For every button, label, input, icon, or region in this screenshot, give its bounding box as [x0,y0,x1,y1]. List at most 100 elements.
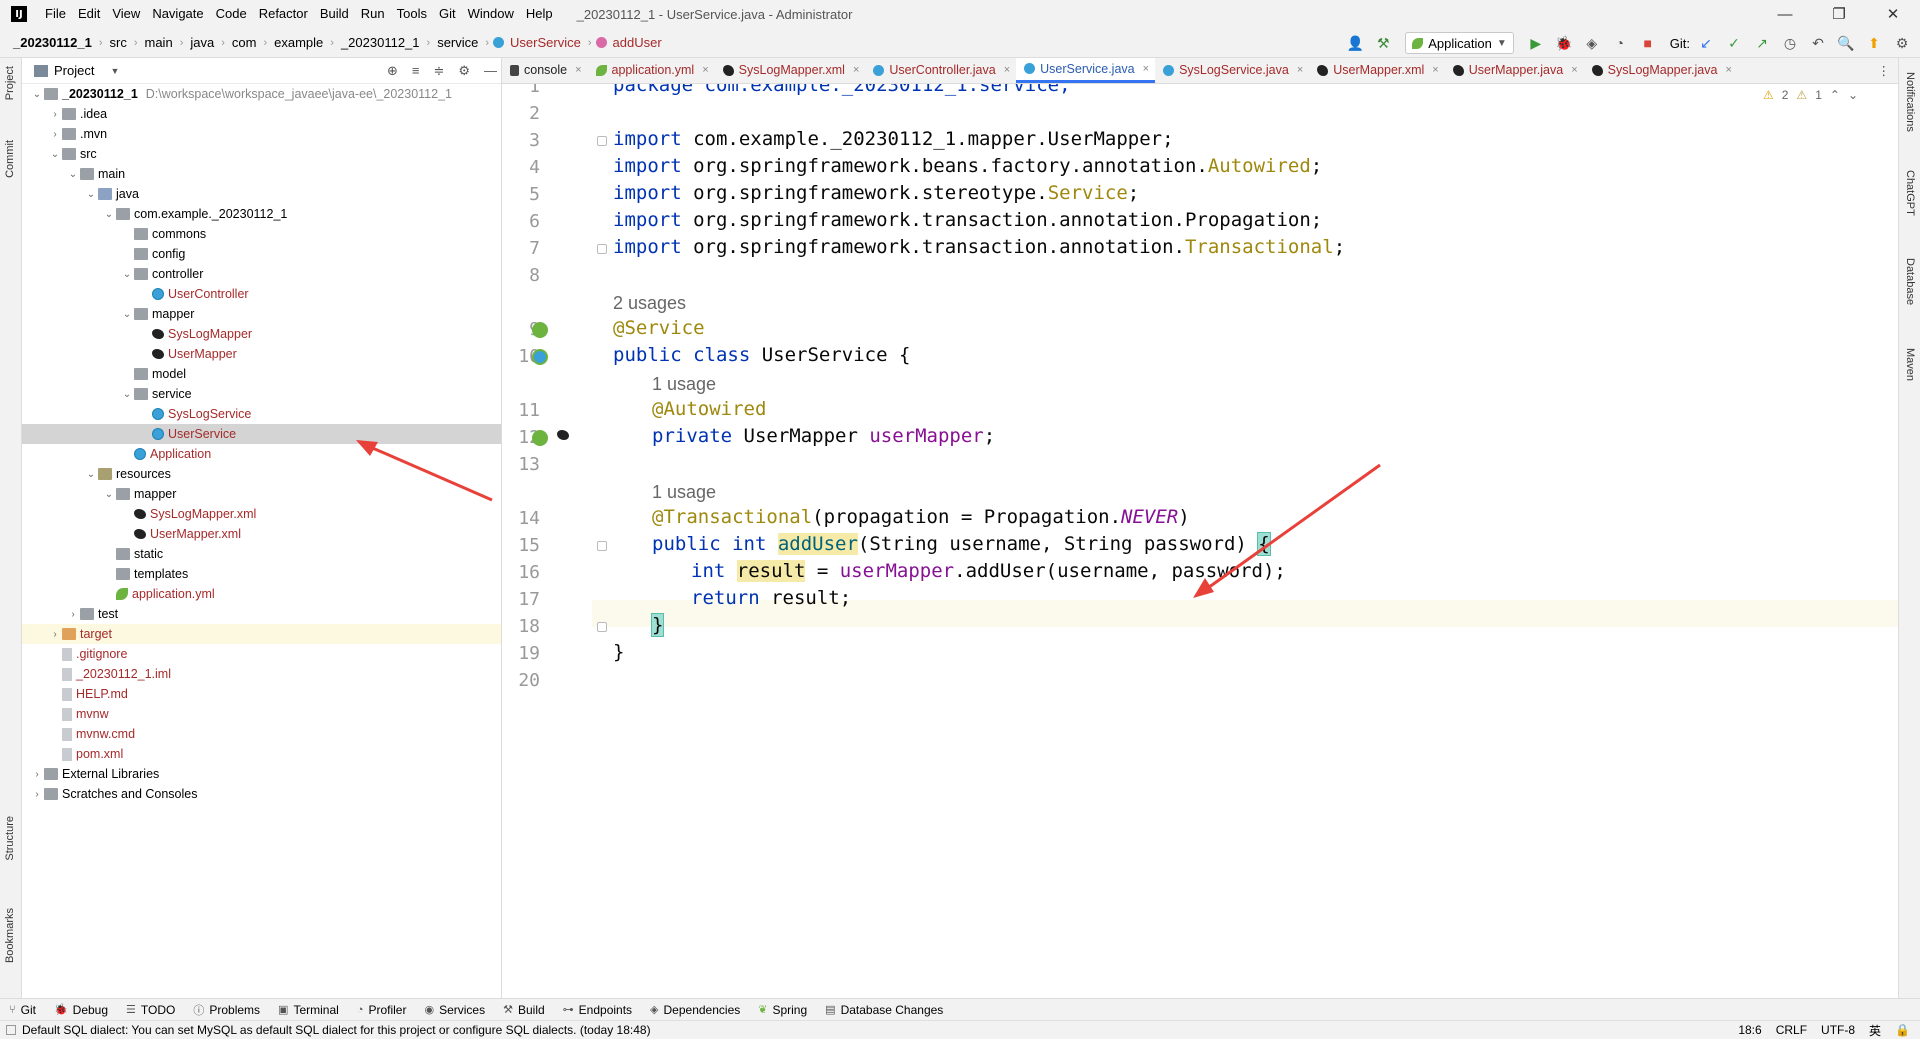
usages-hint[interactable]: 1 usage [652,482,716,503]
run-configuration-select[interactable]: Application ▼ [1405,32,1514,54]
tree-node[interactable]: pom.xml [22,744,501,764]
status-message[interactable]: Default SQL dialect: You can set MySQL a… [22,1023,651,1037]
coverage-icon[interactable]: ◈ [1580,31,1604,55]
tree-node[interactable]: › Scratches and Consoles [22,784,501,804]
debug-tool-window[interactable]: 🐞 Debug [45,1003,117,1017]
menu-edit[interactable]: Edit [72,0,106,28]
tree-node[interactable]: mvnw [22,704,501,724]
tree-node[interactable]: templates [22,564,501,584]
chevron-right-icon[interactable]: › [48,109,62,120]
git-push-icon[interactable]: ↗ [1750,31,1774,55]
tree-node[interactable]: ⌄ controller [22,264,501,284]
tree-node[interactable]: ⌄ main [22,164,501,184]
collapse-all-icon[interactable]: ≑ [433,63,444,79]
rollback-icon[interactable]: ↶ [1806,31,1830,55]
more-tabs-icon[interactable]: ⋮ [1878,63,1891,78]
code-editor[interactable]: 1234567891011121314151617181920 ⚠2 ⚠1 ⌃ … [502,84,1898,998]
tree-node[interactable]: SysLogService [22,404,501,424]
hide-icon[interactable]: — [484,63,497,79]
intellij-logo-icon[interactable]: IJ [11,6,27,22]
dependencies-tool-window[interactable]: ◈ Dependencies [641,1003,749,1017]
tree-node[interactable]: SysLogMapper.xml [22,504,501,524]
notifications-tool-button[interactable]: Notifications [1904,72,1916,132]
problems-tool-window[interactable]: ⓘ Problems [184,1002,269,1018]
menu-refactor[interactable]: Refactor [253,0,314,28]
usages-hint[interactable]: 2 usages [613,293,686,314]
chevron-down-icon[interactable]: ⌄ [102,209,116,220]
tree-node[interactable]: .gitignore [22,644,501,664]
tree-node[interactable]: ⌄ src [22,144,501,164]
endpoints-tool-window[interactable]: ⊶ Endpoints [554,1003,641,1017]
terminal-tool-window[interactable]: ▣ Terminal [269,1003,348,1017]
close-icon[interactable]: × [853,64,859,76]
breadcrumb-package[interactable]: _20230112_1 [338,35,423,50]
chevron-up-icon[interactable]: ⌃ [1830,88,1840,102]
editor-tab[interactable]: UserMapper.java × [1445,58,1584,83]
breadcrumb-example[interactable]: example [271,35,326,50]
tree-node[interactable]: model [22,364,501,384]
chevron-down-icon[interactable]: ⌄ [1848,88,1858,102]
inspection-widget[interactable]: ⚠ 2 ⚠ 1 ⌃ ⌄ [1763,88,1858,102]
menu-view[interactable]: View [106,0,146,28]
tree-node[interactable]: ⌄ mapper [22,484,501,504]
close-icon[interactable]: × [575,64,581,76]
chatgpt-tool-button[interactable]: ChatGPT [1904,170,1916,216]
chevron-right-icon[interactable]: › [66,609,80,620]
fold-icon[interactable] [597,244,607,254]
run-icon[interactable]: ▶ [1524,31,1548,55]
git-update-icon[interactable]: ↙ [1694,31,1718,55]
close-icon[interactable]: × [702,64,708,76]
tree-node[interactable]: ⌄ com.example._20230112_1 [22,204,501,224]
tree-node[interactable]: ⌄ _20230112_1 D:\workspace\workspace_javae… [22,84,501,104]
tree-node[interactable]: commons [22,224,501,244]
project-panel-title[interactable]: Project [54,63,94,78]
menu-help[interactable]: Help [520,0,559,28]
close-icon[interactable]: × [1297,64,1303,76]
tree-node[interactable]: UserMapper [22,344,501,364]
search-icon[interactable]: 🔍 [1834,31,1858,55]
close-icon[interactable]: × [1143,63,1149,75]
tree-node[interactable]: application.yml [22,584,501,604]
tree-node[interactable]: ⌄ service [22,384,501,404]
database-changes-tool-window[interactable]: ▤ Database Changes [816,1003,952,1017]
chevron-down-icon[interactable]: ⌄ [120,309,134,320]
tree-node[interactable]: Application [22,444,501,464]
spring-bean-icon[interactable] [532,322,548,338]
chevron-down-icon[interactable]: ⌄ [120,389,134,400]
tree-node[interactable]: UserService [22,424,501,444]
expand-all-icon[interactable]: ≡ [412,63,420,79]
settings-gear-icon[interactable]: ⚙ [1890,31,1914,55]
editor-tab[interactable]: application.yml × [588,58,715,83]
breadcrumb-service[interactable]: service [434,35,481,50]
fold-icon[interactable] [597,541,607,551]
chevron-down-icon[interactable]: ⌄ [84,469,98,480]
editor-tab[interactable]: console × [502,58,588,83]
editor-tab[interactable]: SysLogService.java × [1155,58,1309,83]
menu-code[interactable]: Code [210,0,253,28]
tree-node[interactable]: › .mvn [22,124,501,144]
tree-node[interactable]: mvnw.cmd [22,724,501,744]
editor-tab[interactable]: UserController.java × [865,58,1016,83]
menu-navigate[interactable]: Navigate [146,0,209,28]
close-icon[interactable]: × [1571,64,1577,76]
menu-window[interactable]: Window [462,0,520,28]
bookmarks-tool-button[interactable]: Bookmarks [4,908,16,963]
usages-hint[interactable]: 1 usage [652,374,716,395]
services-tool-window[interactable]: ◉ Services [415,1003,494,1017]
breadcrumb-class[interactable]: UserService [507,35,584,50]
tree-node[interactable]: ⌄ resources [22,464,501,484]
close-icon[interactable]: × [1725,64,1731,76]
editor-tab[interactable]: UserMapper.xml × [1309,58,1444,83]
chevron-right-icon[interactable]: › [30,789,44,800]
editor-tab[interactable]: SysLogMapper.xml × [715,58,866,83]
chevron-right-icon[interactable]: › [48,129,62,140]
locate-icon[interactable]: ⊕ [387,63,398,79]
close-button[interactable]: ✕ [1866,0,1920,28]
spring-autowired-icon[interactable] [532,430,548,446]
git-commit-icon[interactable]: ✓ [1722,31,1746,55]
tree-node[interactable]: static [22,544,501,564]
maven-tool-button[interactable]: Maven [1904,348,1916,381]
line-separator[interactable]: CRLF [1776,1023,1807,1037]
tree-node[interactable]: UserMapper.xml [22,524,501,544]
chevron-down-icon[interactable]: ⌄ [30,89,44,100]
